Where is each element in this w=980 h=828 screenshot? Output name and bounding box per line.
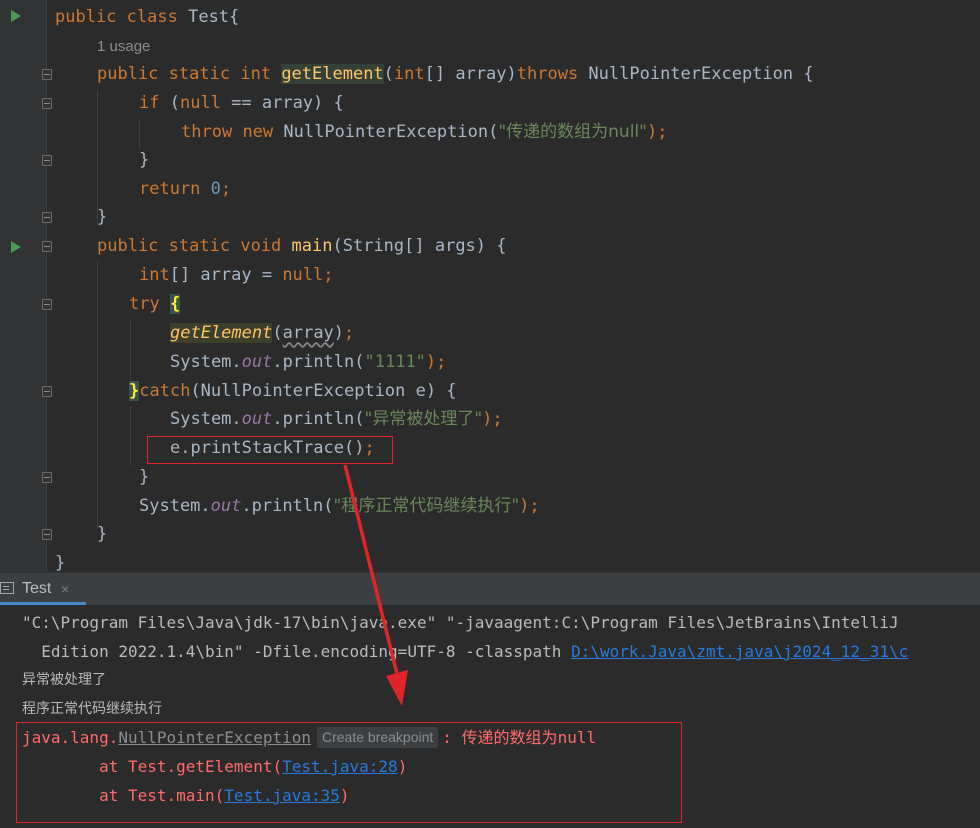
fold-icon[interactable] (42, 241, 52, 252)
code-line[interactable]: getElement(array); (170, 319, 354, 348)
code-line[interactable]: } (97, 520, 107, 549)
fold-icon[interactable] (42, 212, 52, 223)
code-line[interactable]: } (97, 203, 107, 232)
code-editor[interactable]: public class Test{ 1 usage public static… (0, 0, 980, 572)
highlight-box-printstacktrace (147, 436, 393, 464)
fold-icon[interactable] (42, 472, 52, 483)
fold-icon[interactable] (42, 386, 52, 397)
code-line[interactable]: } (139, 463, 149, 492)
code-line[interactable]: public static int getElement(int[] array… (97, 60, 814, 89)
code-line[interactable]: int[] array = null; (139, 261, 334, 290)
fold-icon[interactable] (42, 299, 52, 310)
indent-guide (139, 119, 140, 149)
fold-icon[interactable] (42, 529, 52, 540)
gutter-separator (46, 0, 47, 572)
code-line[interactable]: if (null == array) { (139, 89, 344, 118)
console-command-line: "C:\Program Files\Java\jdk-17\bin\java.e… (22, 613, 899, 632)
usage-hint[interactable]: 1 usage (97, 32, 150, 61)
classpath-link[interactable]: D:\work.Java\zmt.java\j2024_12_31\c (571, 642, 908, 661)
code-line[interactable]: throw new NullPointerException("传递的数组为nu… (181, 118, 667, 147)
code-line[interactable]: return 0; (139, 175, 231, 204)
code-line[interactable]: public class Test{ (55, 3, 239, 32)
code-line[interactable]: System.out.println("程序正常代码继续执行"); (139, 492, 540, 521)
code-line[interactable]: } (55, 549, 65, 572)
console-output-line: 程序正常代码继续执行 (22, 701, 162, 717)
fold-icon[interactable] (42, 155, 52, 166)
code-line[interactable]: public static void main(String[] args) { (97, 232, 507, 261)
run-tab-label[interactable]: Test (22, 580, 51, 598)
indent-guide (130, 320, 131, 380)
fold-icon[interactable] (42, 69, 52, 80)
highlight-box-exception (16, 722, 682, 823)
code-line[interactable]: }catch(NullPointerException e) { (129, 377, 457, 406)
console-output-line: 异常被处理了 (22, 672, 106, 688)
run-class-icon[interactable] (11, 10, 21, 22)
editor-gutter (0, 0, 46, 572)
close-icon[interactable]: × (61, 581, 69, 597)
code-line[interactable]: System.out.println("异常被处理了"); (170, 405, 503, 434)
code-line[interactable]: try { (129, 290, 181, 319)
indent-guide (97, 262, 98, 528)
console-icon (0, 582, 14, 594)
fold-icon[interactable] (42, 98, 52, 109)
code-line[interactable]: System.out.println("1111"); (170, 348, 446, 377)
run-panel-header: Test × (0, 572, 980, 605)
code-line[interactable]: } (139, 146, 149, 175)
console-command-line: Edition 2022.1.4\bin" -Dfile.encoding=UT… (22, 642, 909, 661)
indent-guide (130, 406, 131, 466)
run-main-icon[interactable] (11, 241, 21, 253)
